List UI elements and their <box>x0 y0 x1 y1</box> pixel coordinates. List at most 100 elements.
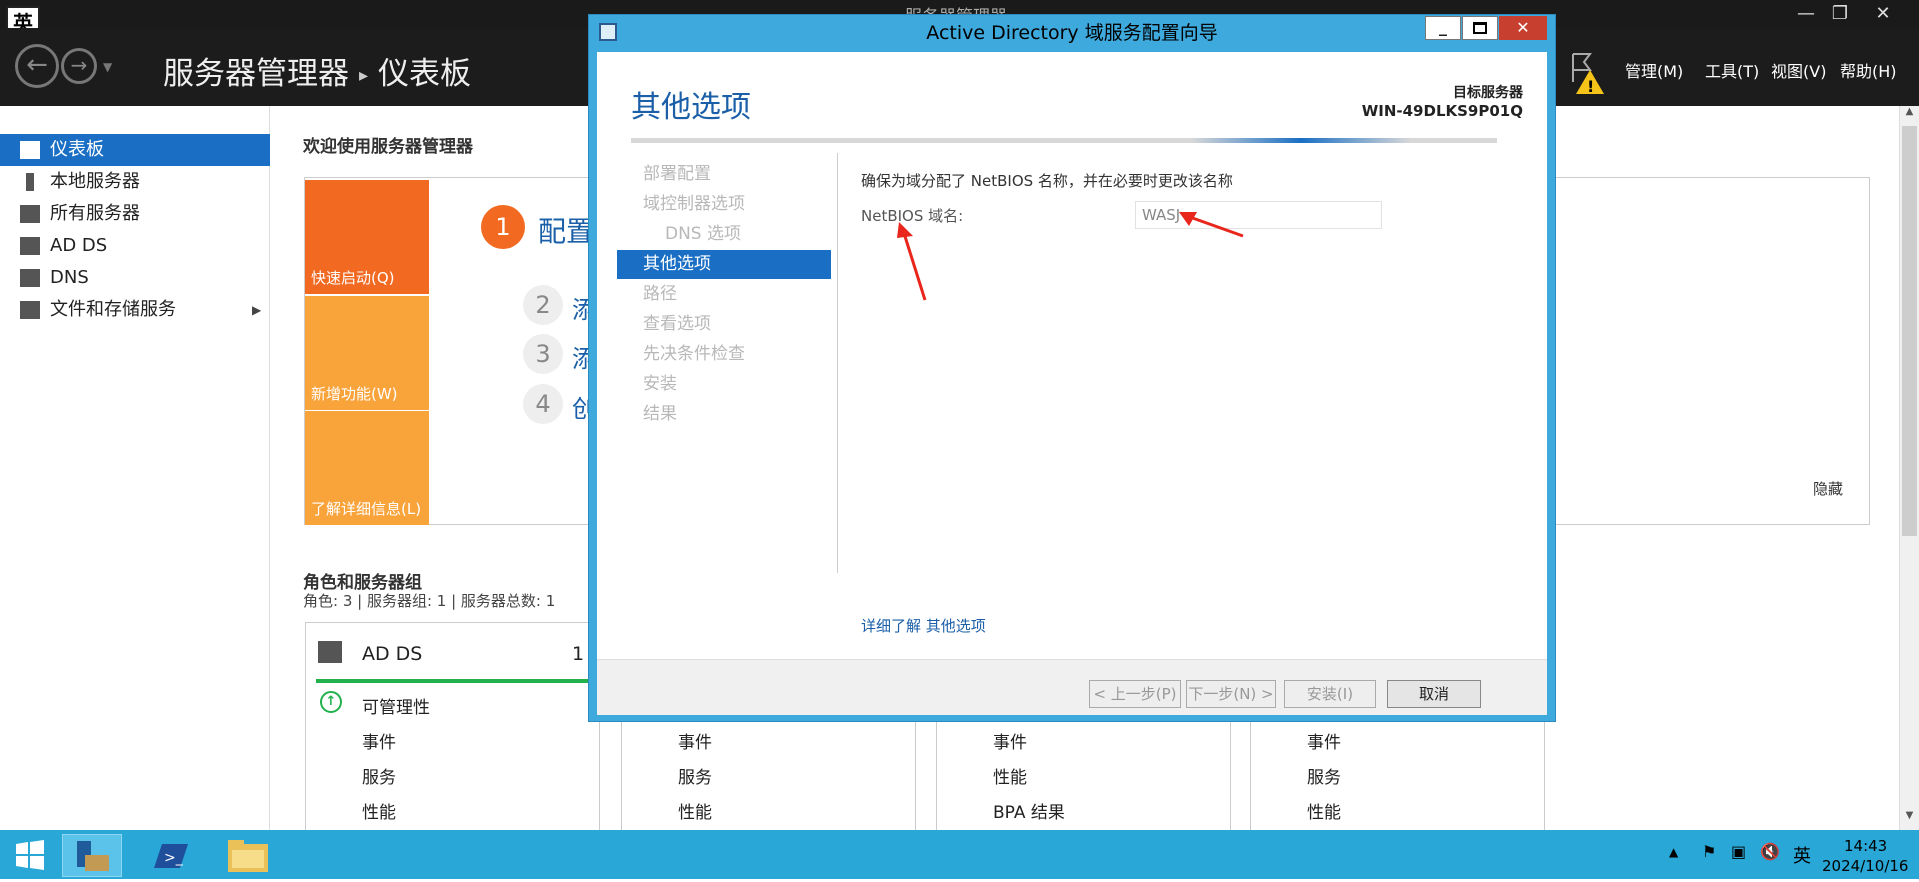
tile-whats-new[interactable]: 新增功能(W) <box>305 296 429 410</box>
dialog-maximize-button[interactable] <box>1462 16 1498 40</box>
scroll-down-icon[interactable]: ▼ <box>1900 810 1919 830</box>
sidebar-item-local-server[interactable]: 本地服务器 <box>0 166 270 198</box>
next-button[interactable]: 下一步(N) > <box>1186 680 1276 708</box>
server-icon <box>26 173 34 191</box>
card-line[interactable]: 事件 <box>993 728 1027 753</box>
svg-text:!: ! <box>1587 77 1594 96</box>
sidebar-item-label: DNS <box>50 267 89 288</box>
menu-manage[interactable]: 管理(M) <box>1625 58 1683 82</box>
annotation-arrow-icon <box>897 222 927 301</box>
breadcrumb-page: 仪表板 <box>378 56 472 92</box>
breadcrumb-app[interactable]: 服务器管理器 <box>163 56 349 92</box>
network-icon[interactable]: ▣ <box>1731 842 1746 861</box>
target-server-name: WIN-49DLKS9P01Q <box>1361 102 1523 120</box>
dialog-close-button[interactable]: ✕ <box>1499 16 1547 40</box>
card-line[interactable]: 服务 <box>362 763 396 788</box>
card-line[interactable]: 性能 <box>362 798 396 823</box>
taskbar-powershell[interactable]: >_ <box>140 834 200 877</box>
scroll-thumb[interactable] <box>1902 126 1917 536</box>
wizard-step-results[interactable]: 结果 <box>617 400 831 429</box>
ad-ds-config-wizard: Active Directory 域服务配置向导 _ ✕ 其他选项 目标服务器 … <box>588 14 1556 722</box>
role-name: AD DS <box>362 643 423 665</box>
dialog-heading: 其他选项 <box>631 90 751 125</box>
volume-muted-icon[interactable]: 🔇 <box>1760 842 1780 861</box>
flag-warning-icon[interactable]: ! <box>1570 52 1604 96</box>
sidebar-item-dns[interactable]: DNS <box>0 262 270 294</box>
sidebar-item-file-storage[interactable]: 文件和存储服务 ▶ <box>0 294 270 326</box>
sidebar-item-dashboard[interactable]: 仪表板 <box>0 134 270 166</box>
menu-tools[interactable]: 工具(T) <box>1705 58 1759 82</box>
start-button[interactable] <box>0 834 60 877</box>
card-line[interactable]: BPA 结果 <box>993 798 1065 823</box>
step-link[interactable]: 配置 <box>538 210 594 250</box>
hide-link[interactable]: 隐藏 <box>1813 478 1843 499</box>
up-arrow-icon: ↑ <box>320 691 342 713</box>
storage-icon <box>20 301 40 319</box>
card-line[interactable]: 服务 <box>678 763 712 788</box>
card-line[interactable]: 服务 <box>1307 763 1341 788</box>
step-number: 4 <box>523 384 563 424</box>
ime-tray[interactable]: 英 <box>1793 842 1811 868</box>
tray-expand-icon[interactable]: ▲ <box>1669 845 1678 859</box>
svg-text:>_: >_ <box>164 850 184 866</box>
cancel-button[interactable]: 取消 <box>1387 680 1481 708</box>
dialog-title: Active Directory 域服务配置向导 <box>926 22 1218 44</box>
taskbar-server-manager[interactable] <box>62 834 122 877</box>
dialog-minimize-button[interactable]: _ <box>1425 16 1461 40</box>
card-line[interactable]: 事件 <box>1307 728 1341 753</box>
menu-view[interactable]: 视图(V) <box>1771 58 1826 82</box>
adds-icon <box>318 641 342 663</box>
sidebar-item-label: 所有服务器 <box>50 203 140 224</box>
card-line[interactable]: 事件 <box>362 728 396 753</box>
sidebar-item-adds[interactable]: AD DS <box>0 230 270 262</box>
adds-icon <box>20 237 40 255</box>
wizard-step-dc-options[interactable]: 域控制器选项 <box>617 190 831 219</box>
wizard-step-review[interactable]: 查看选项 <box>617 310 831 339</box>
card-line[interactable]: 性能 <box>678 798 712 823</box>
action-center-icon[interactable]: ⚑ <box>1702 842 1716 861</box>
card-line[interactable]: 性能 <box>993 763 1027 788</box>
taskbar <box>0 830 1919 879</box>
card-line[interactable]: 性能 <box>1307 798 1341 823</box>
servers-icon <box>20 205 40 223</box>
tile-label: 快速启动(Q) <box>311 269 395 287</box>
step-number: 3 <box>523 334 563 374</box>
netbios-name-field[interactable]: WASJ <box>1135 201 1382 229</box>
install-button[interactable]: 安装(I) <box>1284 680 1376 708</box>
sidebar-item-label: AD DS <box>50 235 108 256</box>
sidebar-item-label: 仪表板 <box>50 139 104 160</box>
roles-subtitle: 角色: 3 | 服务器组: 1 | 服务器总数: 1 <box>303 592 556 610</box>
wizard-step-additional-options[interactable]: 其他选项 <box>617 250 831 279</box>
wizard-step-dns-options[interactable]: DNS 选项 <box>617 220 831 249</box>
card-line[interactable]: 事件 <box>678 728 712 753</box>
previous-button[interactable]: < 上一步(P) <box>1089 680 1181 708</box>
role-card-adds[interactable]: AD DS 1 ↑ 可管理性 事件 服务 性能 <box>305 622 601 832</box>
scroll-up-icon[interactable]: ▲ <box>1900 106 1919 126</box>
back-button[interactable]: ← <box>15 44 59 88</box>
history-dropdown-icon[interactable]: ▼ <box>103 60 112 74</box>
taskbar-file-explorer[interactable] <box>218 834 278 877</box>
clock-date[interactable]: 2024/10/16 <box>1822 857 1908 875</box>
wizard-progress-bar <box>631 138 1497 143</box>
menu-help[interactable]: 帮助(H) <box>1840 58 1897 82</box>
forward-button[interactable]: → <box>61 48 97 84</box>
wizard-step-install[interactable]: 安装 <box>617 370 831 399</box>
close-button[interactable]: ✕ <box>1860 0 1906 28</box>
tile-learn-more[interactable]: 了解详细信息(L) <box>305 411 429 525</box>
clock-time[interactable]: 14:43 <box>1844 837 1887 855</box>
wizard-step-paths[interactable]: 路径 <box>617 280 831 309</box>
dialog-footer: < 上一步(P) 下一步(N) > 安装(I) 取消 <box>597 659 1547 715</box>
manageability-label[interactable]: 可管理性 <box>362 693 430 718</box>
tile-quick-start[interactable]: 快速启动(Q) <box>305 180 429 294</box>
expand-arrow-icon[interactable]: ▶ <box>252 294 261 326</box>
annotation-arrow-icon <box>1179 212 1244 238</box>
main-scrollbar[interactable]: ▲ ▼ <box>1899 106 1919 830</box>
wizard-step-prereq[interactable]: 先决条件检查 <box>617 340 831 369</box>
sidebar: 仪表板 本地服务器 所有服务器 AD DS DNS 文件和存储服务 ▶ <box>0 106 270 830</box>
sidebar-item-all-servers[interactable]: 所有服务器 <box>0 198 270 230</box>
learn-more-link[interactable]: 详细了解 其他选项 <box>861 615 986 636</box>
welcome-title: 欢迎使用服务器管理器 <box>303 137 473 157</box>
wizard-step-deployment[interactable]: 部署配置 <box>617 160 831 189</box>
restore-button[interactable]: ❐ <box>1817 0 1863 28</box>
netbios-description: 确保为域分配了 NetBIOS 名称，并在必要时更改该名称 <box>861 172 1233 190</box>
